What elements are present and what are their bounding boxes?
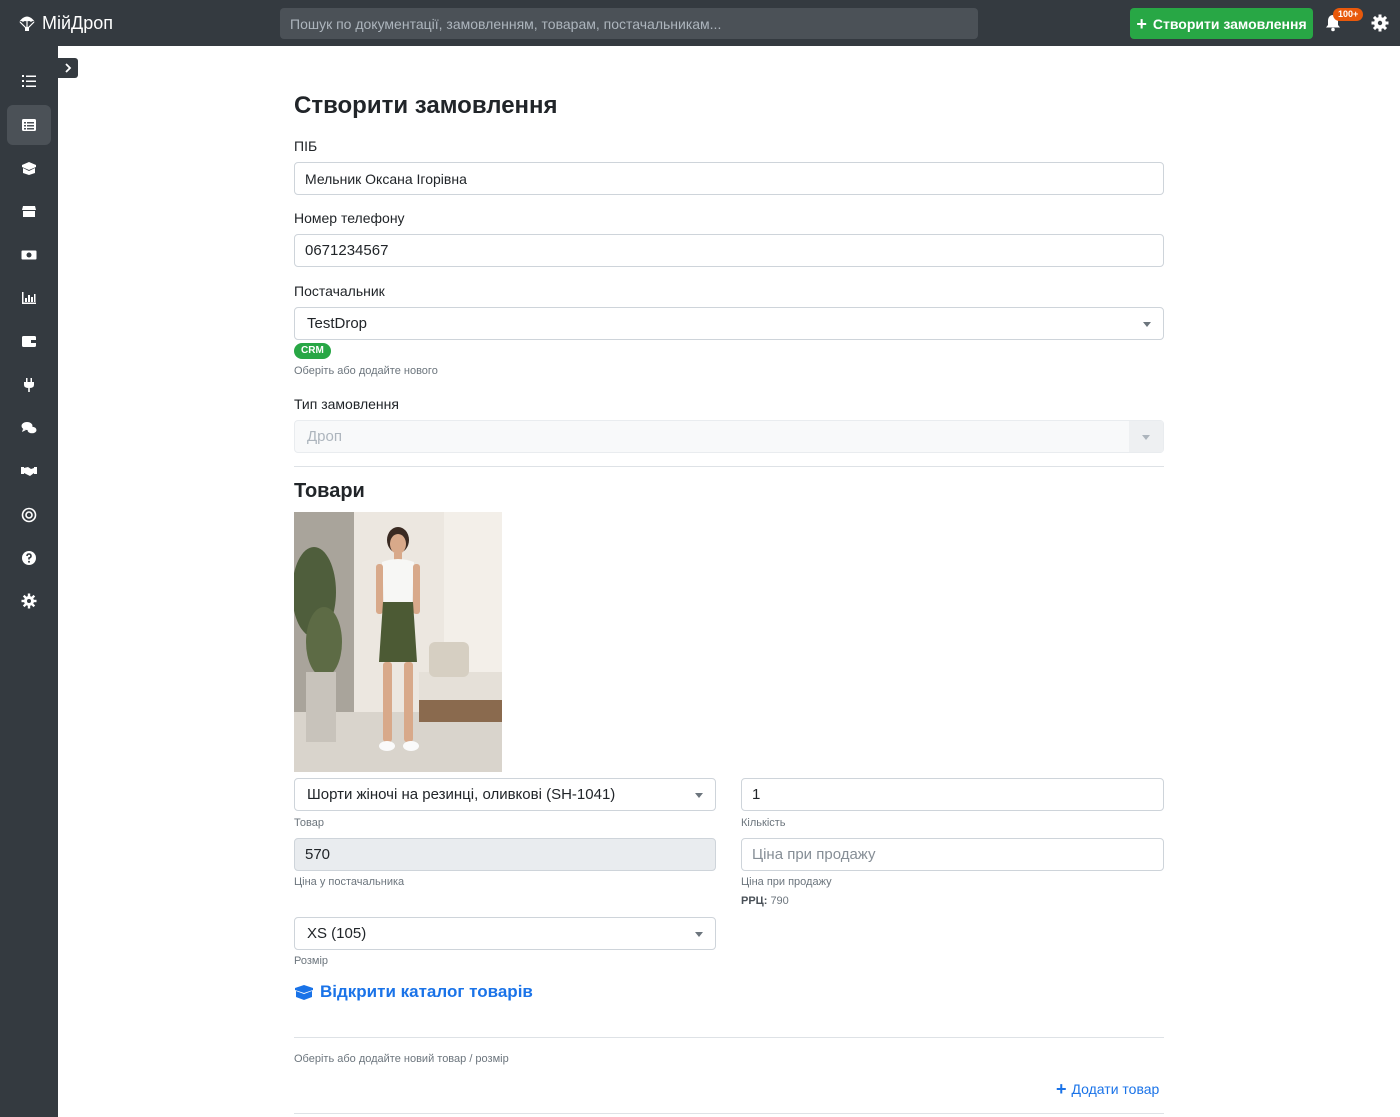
boxes-icon xyxy=(22,162,36,175)
sidebar-item-orders[interactable] xyxy=(7,105,51,145)
supplier-price-field: 570 xyxy=(294,838,716,871)
divider xyxy=(294,1037,1164,1038)
quantity-field[interactable]: 1 xyxy=(741,778,1164,811)
supplier-select[interactable]: TestDrop xyxy=(294,307,1164,340)
plus-icon: + xyxy=(1136,13,1147,34)
plus-icon: + xyxy=(1056,1079,1067,1099)
sidebar-item-integrations[interactable] xyxy=(7,365,51,405)
add-product-button[interactable]: + Додати товар xyxy=(1056,1080,1159,1098)
handshake-icon xyxy=(21,467,37,476)
sidebar-item-wallet[interactable] xyxy=(7,321,51,361)
size-select[interactable]: XS (105) xyxy=(294,917,716,950)
sidebar-item-store[interactable] xyxy=(7,191,51,231)
open-catalog-link[interactable]: Відкрити каталог товарів xyxy=(294,982,533,1002)
phone-field[interactable]: 0671234567 xyxy=(294,234,1164,267)
sidebar-item-ai[interactable] xyxy=(7,495,51,535)
add-product-hint: Оберіть або додайте новий товар / розмір xyxy=(294,1053,509,1065)
sidebar-item-help[interactable] xyxy=(7,538,51,578)
size-hint: Розмір xyxy=(294,955,329,967)
sidebar-item-analytics[interactable] xyxy=(7,278,51,318)
money-icon xyxy=(21,250,37,260)
divider xyxy=(294,1113,1164,1114)
sidebar-item-tasks[interactable] xyxy=(7,61,51,101)
sidebar-item-settings[interactable] xyxy=(7,581,51,621)
sale-price-field[interactable]: Ціна при продажу xyxy=(741,838,1164,871)
rrc-value: 790 xyxy=(770,895,789,907)
openai-icon xyxy=(21,507,37,523)
settings-gear-icon[interactable] xyxy=(1371,14,1389,32)
chevron-down-icon xyxy=(1142,435,1150,440)
open-catalog-label: Відкрити каталог товарів xyxy=(320,982,533,1001)
global-search-input[interactable]: Пошук по документації, замовленням, това… xyxy=(280,8,978,39)
brand-name: МійДроп xyxy=(42,12,114,33)
chart-icon xyxy=(22,292,36,304)
add-product-label: Додати товар xyxy=(1071,1081,1160,1097)
brand[interactable]: МійДроп xyxy=(18,0,113,46)
sidebar xyxy=(0,46,58,1117)
boxes-icon xyxy=(295,985,313,1000)
supplier-hint: Оберіть або додайте нового xyxy=(294,365,438,377)
tasks-icon xyxy=(22,75,36,87)
product-photo xyxy=(294,512,502,772)
quantity-hint: Кількість xyxy=(741,817,786,829)
supplier-price-hint: Ціна у постачальника xyxy=(294,876,405,888)
chat-icon xyxy=(21,422,37,434)
size-selected-value: XS (105) xyxy=(307,925,367,942)
chevron-down-icon xyxy=(1143,322,1151,327)
products-section-title: Товари xyxy=(294,480,365,502)
order-type-select[interactable]: Дроп xyxy=(294,420,1164,453)
settings-icon xyxy=(21,593,37,609)
order-type-label: Тип замовлення xyxy=(294,396,399,412)
crm-badge: CRM xyxy=(294,343,331,359)
page-title: Створити замовлення xyxy=(294,92,558,119)
chevron-down-icon xyxy=(695,793,703,798)
wallet-icon xyxy=(22,336,36,347)
order-type-selected-value: Дроп xyxy=(307,428,342,445)
name-label: ПІБ xyxy=(294,138,318,154)
divider xyxy=(294,466,1164,467)
product-hint: Товар xyxy=(294,817,324,829)
chevron-right-icon xyxy=(65,63,72,73)
sidebar-item-partners[interactable] xyxy=(7,451,51,491)
parachute-logo-icon xyxy=(19,16,35,31)
product-select[interactable]: Шорти жіночі на резинці, оливкові (SH-10… xyxy=(294,778,716,811)
rrc-info: РРЦ: 790 xyxy=(741,895,789,907)
plug-icon xyxy=(24,378,34,392)
sidebar-toggle-button[interactable] xyxy=(58,58,78,78)
create-order-label: Створити замовлення xyxy=(1152,15,1307,32)
sidebar-item-messages[interactable] xyxy=(7,408,51,448)
product-selected-value: Шорти жіночі на резинці, оливкові (SH-10… xyxy=(307,786,616,803)
sidebar-item-finance[interactable] xyxy=(7,235,51,275)
supplier-label: Постачальник xyxy=(294,283,385,299)
phone-label: Номер телефону xyxy=(294,210,405,226)
create-order-button[interactable]: + Створити замовлення xyxy=(1130,8,1313,39)
sale-price-hint: Ціна при продажу xyxy=(741,876,832,888)
help-icon xyxy=(22,551,36,565)
orders-list-icon xyxy=(22,119,36,131)
chevron-down-icon xyxy=(695,932,703,937)
rrc-label: РРЦ: xyxy=(741,895,768,907)
top-navbar: МійДроп Пошук по документації, замовленн… xyxy=(0,0,1400,46)
notification-count-badge: 100+ xyxy=(1333,8,1364,21)
supplier-selected-value: TestDrop xyxy=(307,315,368,332)
store-icon xyxy=(22,206,36,217)
sidebar-item-products[interactable] xyxy=(7,148,51,188)
name-field[interactable]: Мельник Оксана Ігорівна xyxy=(294,162,1164,195)
